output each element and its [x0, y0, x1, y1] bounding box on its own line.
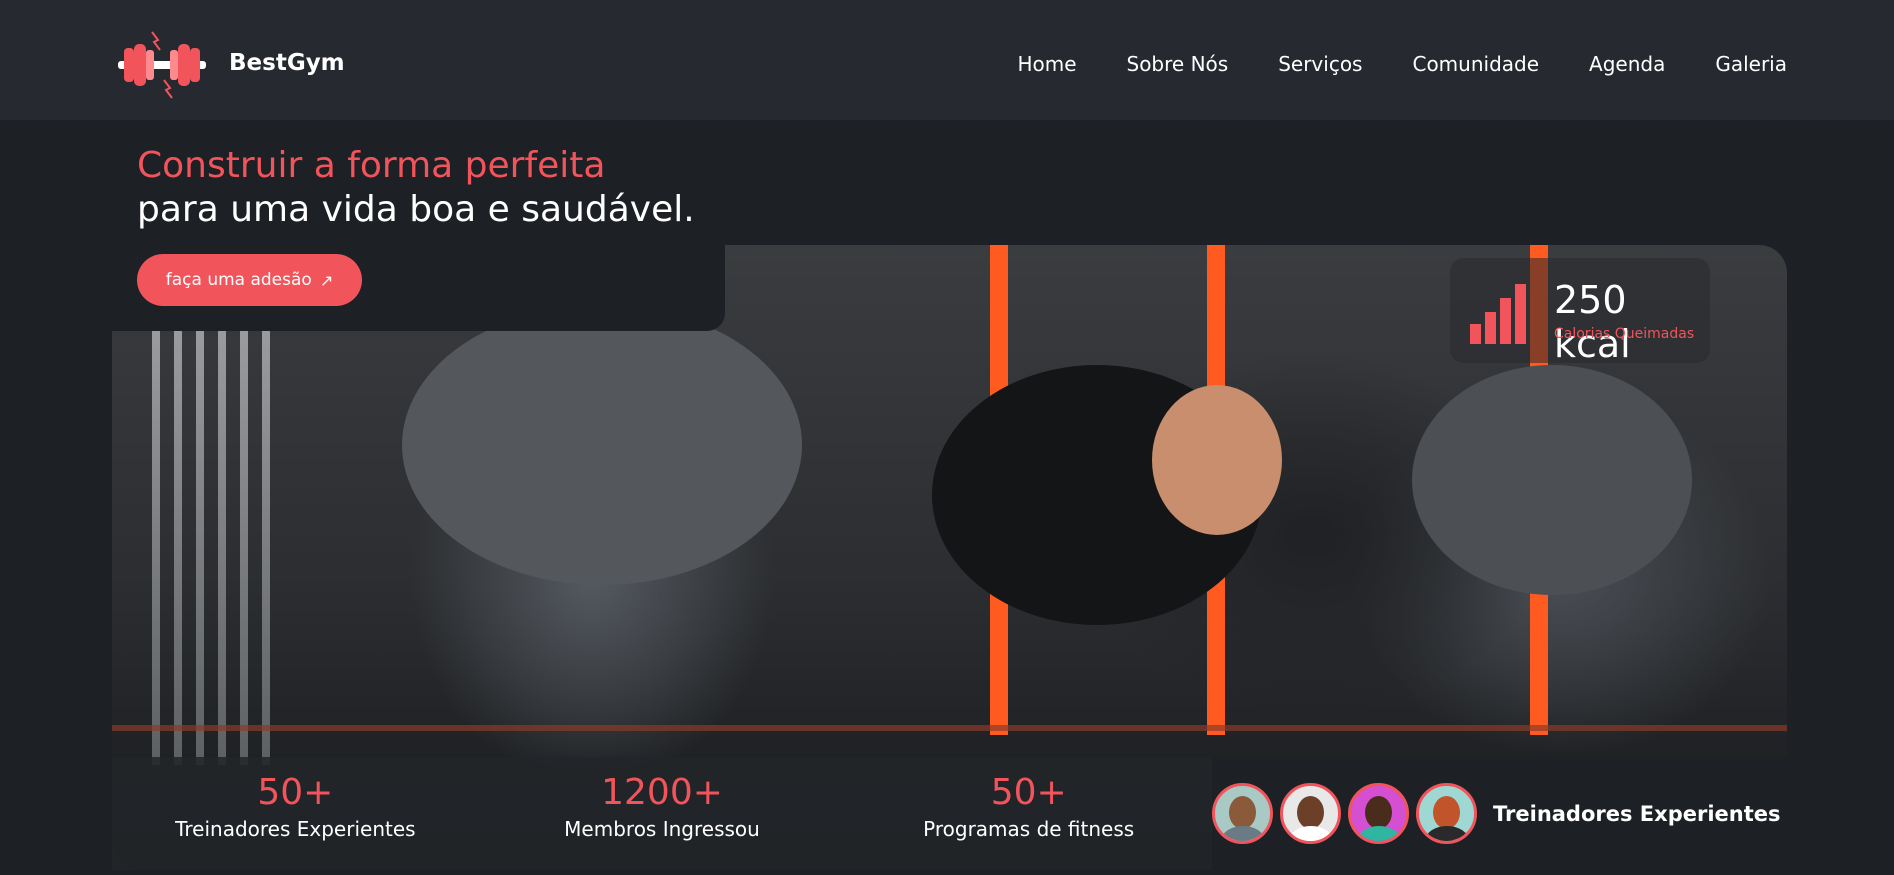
avatar[interactable] [1280, 783, 1341, 844]
nav-galeria[interactable]: Galeria [1715, 52, 1787, 76]
stat-item: 50+ Programas de fitness [845, 757, 1212, 870]
stat-label: Membros Ingressou [564, 817, 760, 841]
hero-title-subline: para uma vida boa e saudável. [137, 189, 695, 230]
stat-number: 50+ [257, 772, 334, 813]
avatar-head [1433, 796, 1460, 829]
avatar-body [1357, 826, 1401, 841]
stats-bar: 50+ Treinadores Experientes 1200+ Membro… [112, 757, 1212, 870]
athlete-woman [402, 305, 802, 585]
main-menu: Home Sobre Nós Serviços Comunidade Agend… [1017, 52, 1787, 76]
floor-line [112, 725, 1787, 731]
stat-item: 1200+ Membros Ingressou [479, 757, 846, 870]
nav-servicos[interactable]: Serviços [1278, 52, 1362, 76]
calories-card: 250 kcal Calorias Queimadas [1450, 258, 1710, 366]
nav-agenda[interactable]: Agenda [1589, 52, 1665, 76]
rack-bar [218, 325, 226, 765]
rack-bar [240, 325, 248, 765]
avatar-head [1297, 796, 1324, 829]
join-button[interactable]: faça uma adesão ↗ [137, 254, 362, 306]
calories-label: Calorias Queimadas [1554, 326, 1695, 342]
avatar[interactable] [1348, 783, 1409, 844]
avatar[interactable] [1416, 783, 1477, 844]
athlete-man-center-head [1152, 385, 1282, 535]
avatar-head [1365, 796, 1392, 829]
rack-bar [152, 325, 160, 765]
trainer-avatars [1212, 783, 1477, 844]
calories-value: 250 kcal [1554, 278, 1631, 366]
stat-label: Treinadores Experientes [175, 817, 416, 841]
nav-comunidade[interactable]: Comunidade [1412, 52, 1539, 76]
brand-name[interactable]: BestGym [229, 50, 345, 76]
avatar-head [1229, 796, 1256, 829]
avatar-body [1289, 826, 1333, 841]
nav-sobre-nos[interactable]: Sobre Nós [1127, 52, 1229, 76]
stat-label: Programas de fitness [923, 817, 1135, 841]
hero-title-highlight: Construir a forma perfeita [137, 145, 606, 186]
trainers-label: Treinadores Experientes [1493, 801, 1781, 826]
athlete-man-right [1412, 365, 1692, 595]
stat-number: 1200+ [601, 772, 723, 813]
avatar-body [1425, 826, 1469, 841]
rack-bar [174, 325, 182, 765]
dumbbell-icon [118, 31, 206, 99]
bar-chart-icon [1470, 284, 1526, 344]
stat-number: 50+ [990, 772, 1067, 813]
arrow-up-right-icon: ↗ [319, 270, 334, 290]
avatar-body [1221, 826, 1265, 841]
nav-home[interactable]: Home [1017, 52, 1076, 76]
trainers-section: Treinadores Experientes [1212, 757, 1787, 870]
rack-bar [196, 325, 204, 765]
logo[interactable] [112, 28, 212, 102]
stat-item: 50+ Treinadores Experientes [112, 757, 479, 870]
avatar[interactable] [1212, 783, 1273, 844]
rack-bar [262, 325, 270, 765]
join-button-label: faça uma adesão [165, 270, 312, 290]
hero-title: Construir a forma perfeita para uma vida… [137, 145, 695, 233]
navbar: BestGym Home Sobre Nós Serviços Comunida… [0, 0, 1894, 120]
